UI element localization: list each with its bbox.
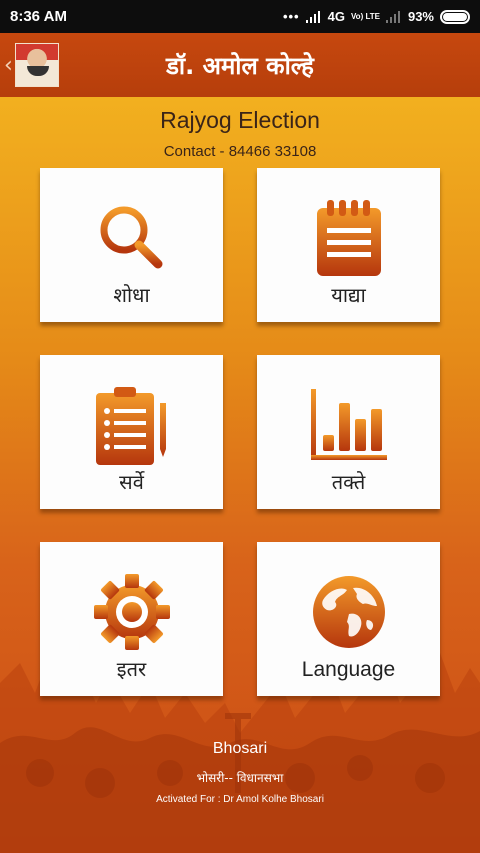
- main-content: Rajyog Election Contact - 84466 33108 शो…: [0, 97, 480, 853]
- settings-tile[interactable]: इतर: [40, 542, 223, 696]
- footer-place: Bhosari: [212, 740, 268, 757]
- status-bar: 8:36 AM ••• 4G Vo) LTE 93%: [0, 0, 480, 33]
- notepad-icon: [316, 200, 381, 276]
- back-icon[interactable]: ‹: [4, 53, 13, 78]
- status-time: 8:36 AM: [10, 8, 67, 25]
- signal-weak-icon: [385, 10, 400, 23]
- battery-percent: 93%: [407, 9, 434, 24]
- avatar[interactable]: [15, 43, 59, 87]
- app-name: Rajyog Election: [160, 107, 320, 133]
- survey-tile[interactable]: सर्वे: [40, 355, 223, 509]
- clipboard-icon: [95, 387, 166, 465]
- volte-badge: Vo) LTE: [350, 11, 380, 21]
- network-type: 4G: [327, 9, 345, 24]
- contact-number: Contact - 84466 33108: [163, 143, 317, 160]
- footer-activation: Activated For : Dr Amol Kolhe Bhosari: [156, 794, 324, 805]
- footer-constituency: भोसरी-- विधानसभा: [196, 771, 284, 785]
- status-indicators: ••• 4G Vo) LTE 93%: [283, 9, 470, 24]
- notification-dots-icon: •••: [282, 9, 300, 24]
- charts-tile[interactable]: तक्ते: [257, 355, 440, 509]
- signal-icon: [305, 10, 320, 23]
- tile-label: याद्या: [331, 283, 366, 307]
- gear-icon: [93, 574, 170, 650]
- lists-tile[interactable]: याद्या: [257, 168, 440, 322]
- bar-chart-icon: [310, 389, 387, 460]
- tile-label: शोधा: [113, 283, 150, 307]
- language-tile[interactable]: Language: [257, 542, 440, 696]
- tile-label: सर्वे: [119, 470, 144, 494]
- battery-icon: [440, 9, 470, 24]
- globe-icon: [312, 576, 385, 648]
- search-tile[interactable]: शोधा: [40, 168, 223, 322]
- app-bar-title: डॉ. अमोल कोल्हे: [166, 51, 314, 80]
- app-bar: ‹ डॉ. अमोल कोल्हे: [0, 33, 480, 97]
- tile-label: तक्ते: [331, 470, 366, 494]
- tile-label: Language: [301, 658, 396, 681]
- tile-label: इतर: [116, 657, 147, 681]
- search-icon: [100, 206, 162, 269]
